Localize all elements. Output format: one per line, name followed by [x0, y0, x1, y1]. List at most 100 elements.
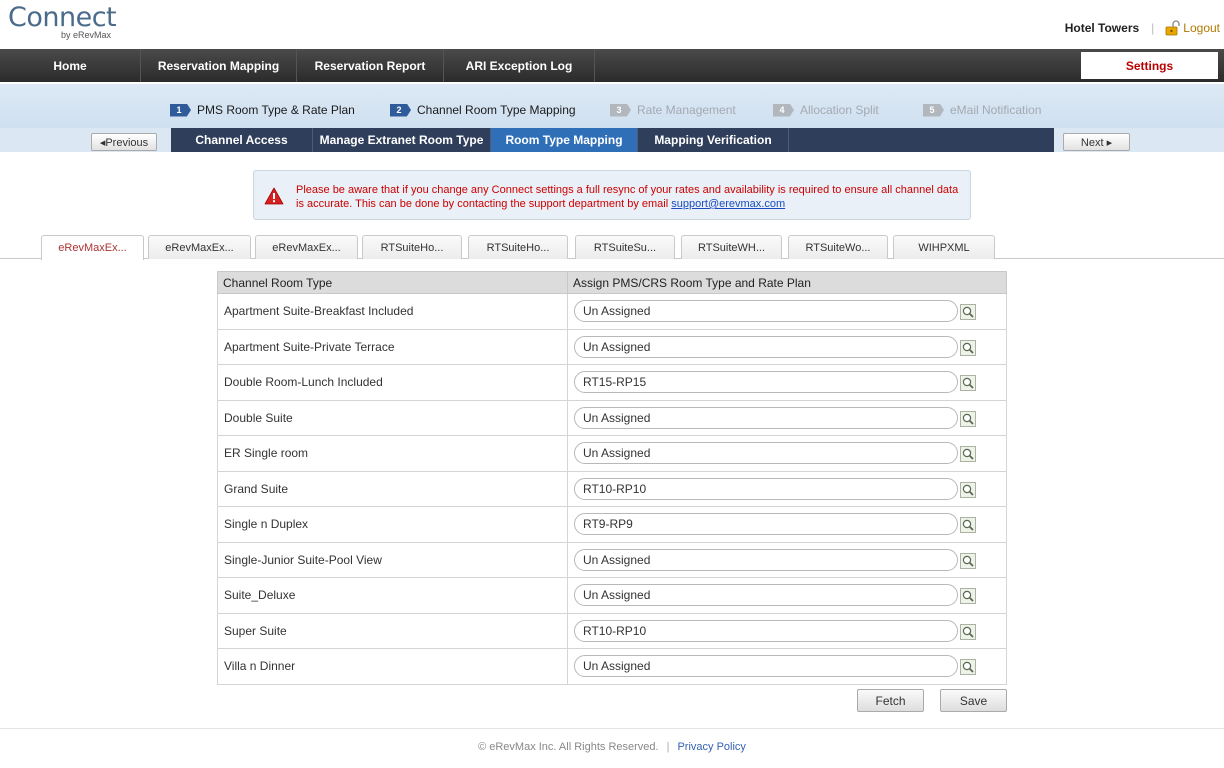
- assign-room-type-field[interactable]: Un Assigned: [574, 442, 958, 465]
- channel-tab[interactable]: eRevMaxEx...: [148, 235, 251, 259]
- support-email-link[interactable]: support@erevmax.com: [671, 198, 785, 210]
- assign-cell: Un Assigned: [567, 648, 1007, 685]
- table-row: Double Room-Lunch Included RT15-RP15: [217, 364, 1007, 401]
- step-number: 1: [170, 103, 191, 117]
- channel-tab[interactable]: eRevMaxEx...: [255, 235, 358, 259]
- warning-icon: [264, 187, 284, 205]
- channel-room-type-cell: Villa n Dinner: [217, 648, 568, 685]
- assign-cell: Un Assigned: [567, 435, 1007, 472]
- assign-cell: RT10-RP10: [567, 470, 1007, 507]
- tab-manage-extranet-room-type[interactable]: Manage Extranet Room Type: [313, 128, 491, 152]
- logo-subtitle: by eRevMax: [61, 30, 112, 40]
- table-row: Super Suite RT10-RP10: [217, 612, 1007, 649]
- lookup-magnifier-icon[interactable]: [960, 304, 976, 320]
- channel-tab[interactable]: RTSuiteSu...: [575, 235, 675, 259]
- copyright: © eRevMax Inc. All Rights Reserved.: [478, 741, 659, 753]
- nav-home[interactable]: Home: [0, 49, 141, 82]
- assign-room-type-field[interactable]: Un Assigned: [574, 655, 958, 678]
- table-row: Suite_Deluxe Un Assigned: [217, 577, 1007, 614]
- assign-cell: Un Assigned: [567, 399, 1007, 436]
- subnav-bar: Channel Access Manage Extranet Room Type…: [0, 128, 1224, 152]
- step-number: 5: [923, 103, 944, 117]
- step-5[interactable]: 5 eMail Notification: [923, 103, 1041, 117]
- lookup-magnifier-icon[interactable]: [960, 623, 976, 640]
- channel-tabs: eRevMaxEx... eRevMaxEx... eRevMaxEx... R…: [0, 235, 1224, 260]
- assign-room-type-field[interactable]: RT10-RP10: [574, 477, 958, 500]
- logo-text: Connect: [8, 2, 117, 33]
- settings-button[interactable]: Settings: [1081, 52, 1218, 79]
- column-header-assign: Assign PMS/CRS Room Type and Rate Plan: [567, 271, 1007, 294]
- lookup-magnifier-icon[interactable]: [960, 517, 976, 533]
- channel-tab[interactable]: RTSuiteHo...: [468, 235, 568, 259]
- tab-channel-access[interactable]: Channel Access: [171, 128, 313, 152]
- step-3[interactable]: 3 Rate Management: [610, 103, 736, 117]
- channel-room-type-cell: Apartment Suite-Breakfast Included: [217, 293, 568, 330]
- channel-room-type-cell: Grand Suite: [217, 470, 568, 507]
- wizard-steps: 1 PMS Room Type & Rate Plan 2 Channel Ro…: [0, 84, 1224, 128]
- channel-room-type-cell: Single-Junior Suite-Pool View: [217, 541, 568, 578]
- table-row: ER Single room Un Assigned: [217, 435, 1007, 472]
- channel-room-type-cell: Super Suite: [217, 612, 568, 649]
- step-2[interactable]: 2 Channel Room Type Mapping: [390, 103, 576, 117]
- fetch-button[interactable]: Fetch: [857, 689, 924, 712]
- assign-room-type-field[interactable]: RT15-RP15: [574, 371, 958, 394]
- footer: © eRevMax Inc. All Rights Reserved. | Priv…: [0, 728, 1224, 768]
- lookup-magnifier-icon[interactable]: [960, 552, 976, 569]
- channel-tab[interactable]: WIHPXML: [893, 235, 995, 259]
- assign-room-type-field[interactable]: Un Assigned: [574, 584, 958, 607]
- step-number: 4: [773, 103, 794, 117]
- step-4[interactable]: 4 Allocation Split: [773, 103, 879, 117]
- lookup-magnifier-icon[interactable]: [960, 588, 976, 604]
- table-row: Single-Junior Suite-Pool View Un Assigned: [217, 541, 1007, 578]
- table-row: Apartment Suite-Breakfast Included Un Ass…: [217, 293, 1007, 330]
- assign-room-type-field[interactable]: RT9-RP9: [574, 513, 958, 536]
- table-row: Apartment Suite-Private Terrace Un Assign…: [217, 328, 1007, 365]
- assign-room-type-field[interactable]: Un Assigned: [574, 548, 958, 571]
- column-header-channel-room-type: Channel Room Type: [217, 271, 568, 294]
- unlock-icon[interactable]: [1164, 20, 1181, 36]
- assign-cell: RT10-RP10: [567, 612, 1007, 649]
- assign-cell: Un Assigned: [567, 577, 1007, 614]
- table-row: Single n Duplex RT9-RP9: [217, 506, 1007, 543]
- channel-tab[interactable]: RTSuiteHo...: [362, 235, 462, 259]
- channel-room-type-cell: ER Single room: [217, 435, 568, 472]
- hotel-name: Hotel Towers: [1064, 21, 1140, 35]
- lookup-magnifier-icon[interactable]: [960, 659, 976, 675]
- connect-logo[interactable]: Connect by eRevMax: [8, 2, 117, 41]
- step-1[interactable]: 1 PMS Room Type & Rate Plan: [170, 103, 355, 117]
- channel-room-type-cell: Single n Duplex: [217, 506, 568, 543]
- channel-room-type-cell: Apartment Suite-Private Terrace: [217, 328, 568, 365]
- assign-room-type-field[interactable]: Un Assigned: [574, 406, 958, 429]
- channel-tab[interactable]: eRevMaxEx...: [41, 235, 144, 260]
- lookup-magnifier-icon[interactable]: [960, 410, 976, 427]
- privacy-policy-link[interactable]: Privacy Policy: [677, 741, 745, 753]
- step-label: eMail Notification: [950, 103, 1042, 117]
- previous-button[interactable]: ◂Previous: [91, 133, 157, 151]
- subnav: Channel Access Manage Extranet Room Type…: [171, 128, 1054, 152]
- room-type-mapping-table: Channel Room Type Assign PMS/CRS Room Ty…: [217, 271, 1007, 685]
- assign-cell: Un Assigned: [567, 293, 1007, 330]
- table-row: Grand Suite RT10-RP10: [217, 470, 1007, 507]
- lookup-magnifier-icon[interactable]: [960, 339, 976, 356]
- header-separator: |: [1151, 21, 1155, 35]
- next-button[interactable]: Next ▸: [1063, 133, 1130, 151]
- save-button[interactable]: Save: [940, 689, 1007, 712]
- table-header-row: Channel Room Type Assign PMS/CRS Room Ty…: [217, 271, 1007, 294]
- tab-room-type-mapping[interactable]: Room Type Mapping: [491, 128, 638, 152]
- table-row: Villa n Dinner Un Assigned: [217, 648, 1007, 685]
- nav-reservation-report[interactable]: Reservation Report: [297, 49, 444, 82]
- nav-ari-exception-log[interactable]: ARI Exception Log: [444, 49, 595, 82]
- channel-tab[interactable]: RTSuiteWH...: [681, 235, 782, 259]
- lookup-magnifier-icon[interactable]: [960, 446, 976, 462]
- lookup-magnifier-icon[interactable]: [960, 481, 976, 498]
- assign-room-type-field[interactable]: Un Assigned: [574, 335, 958, 358]
- logout-link[interactable]: Logout: [1183, 21, 1220, 35]
- assign-room-type-field[interactable]: RT10-RP10: [574, 619, 958, 642]
- tab-mapping-verification[interactable]: Mapping Verification: [638, 128, 789, 152]
- channel-tab[interactable]: RTSuiteWo...: [788, 235, 888, 259]
- assign-cell: Un Assigned: [567, 541, 1007, 578]
- step-label: PMS Room Type & Rate Plan: [197, 103, 355, 117]
- assign-room-type-field[interactable]: Un Assigned: [574, 300, 958, 323]
- lookup-magnifier-icon[interactable]: [960, 375, 976, 391]
- nav-reservation-mapping[interactable]: Reservation Mapping: [141, 49, 297, 82]
